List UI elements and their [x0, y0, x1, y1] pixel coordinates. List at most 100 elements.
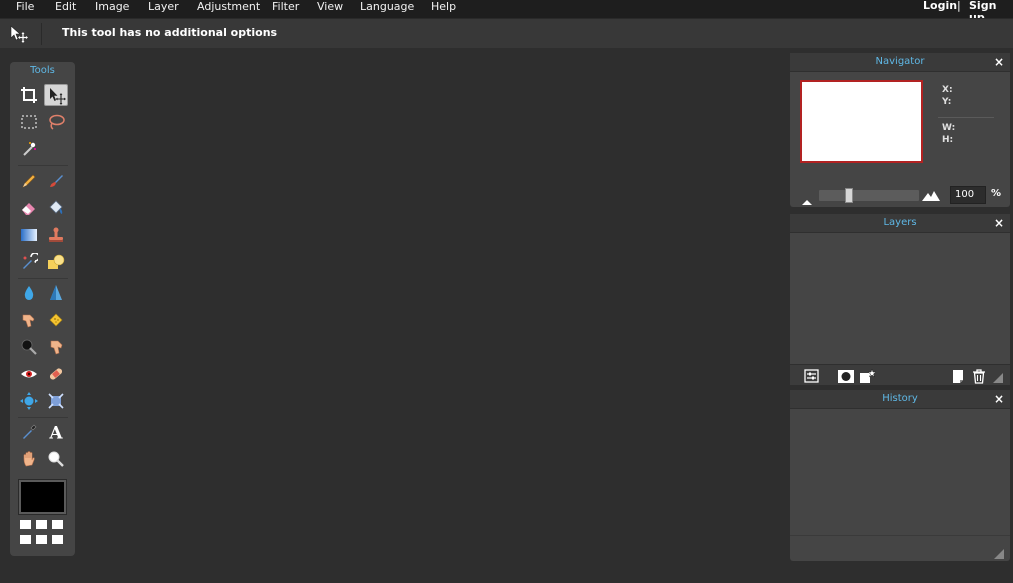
- foreground-color-swatch[interactable]: [18, 479, 67, 515]
- pencil-icon: [22, 174, 36, 188]
- layer-settings-icon[interactable]: [804, 368, 820, 384]
- y-coordinate-label: Y:: [942, 97, 952, 107]
- dodge-icon: [21, 339, 37, 355]
- zoom-controls: 100 %: [790, 184, 1010, 205]
- zoom-level-input[interactable]: 100: [950, 186, 986, 204]
- layers-footer: [790, 364, 1010, 385]
- view-grid-cell[interactable]: [36, 535, 47, 544]
- paint-bucket-tool-button[interactable]: [44, 197, 68, 219]
- lasso-tool-button[interactable]: [44, 111, 68, 133]
- tools-divider: [18, 417, 68, 418]
- view-grid-cell[interactable]: [20, 520, 31, 529]
- smudge-icon: [22, 314, 35, 328]
- menu-filter[interactable]: Filter: [272, 0, 299, 14]
- sponge-icon: [49, 313, 63, 327]
- menu-edit[interactable]: Edit: [55, 0, 76, 14]
- layer-mask-icon[interactable]: [837, 368, 854, 384]
- type-tool-button[interactable]: A: [44, 421, 68, 443]
- zoom-slider[interactable]: [819, 188, 919, 203]
- history-title: History: [882, 393, 918, 404]
- magic-wand-icon: [23, 142, 36, 156]
- zoom-icon: [48, 451, 64, 467]
- drawing-shape-tool-button[interactable]: [44, 251, 68, 273]
- navigator-title: Navigator: [875, 56, 925, 67]
- pencil-tool-button[interactable]: [17, 170, 41, 192]
- sponge-tool-button[interactable]: [44, 309, 68, 331]
- burn-tool-button[interactable]: [44, 336, 68, 358]
- sharpen-icon: [50, 285, 62, 300]
- eraser-icon: [22, 203, 35, 215]
- move-icon: [50, 88, 66, 105]
- view-grid-cell[interactable]: [36, 520, 47, 529]
- gradient-tool-button[interactable]: [17, 224, 41, 246]
- hand-tool-button[interactable]: [17, 448, 41, 470]
- smudge-tool-button[interactable]: [17, 309, 41, 331]
- hand-icon: [23, 451, 35, 467]
- bloat-tool-button[interactable]: [17, 390, 41, 412]
- brush-icon: [50, 175, 63, 187]
- layers-panel: Layers ×: [790, 214, 1010, 385]
- menu-image[interactable]: Image: [95, 0, 129, 14]
- rect-select-tool-button[interactable]: [17, 111, 41, 133]
- menu-view[interactable]: View: [317, 0, 343, 14]
- crop-tool-button[interactable]: [17, 84, 41, 106]
- view-grid-cell[interactable]: [20, 535, 31, 544]
- color-replace-icon: [23, 253, 38, 269]
- menu-adjustment[interactable]: Adjustment: [197, 0, 260, 14]
- pinch-tool-button[interactable]: [44, 390, 68, 412]
- move-tool-button[interactable]: [44, 84, 68, 106]
- red-eye-icon: [21, 370, 37, 378]
- rect-select-icon: [21, 115, 37, 129]
- new-layer-icon[interactable]: [950, 368, 966, 384]
- tools-divider: [18, 278, 68, 279]
- brush-tool-button[interactable]: [44, 170, 68, 192]
- tools-panel: Tools A: [10, 62, 75, 556]
- tools-panel-title: Tools: [30, 65, 55, 76]
- sharpen-tool-button[interactable]: [44, 282, 68, 304]
- dodge-tool-button[interactable]: [17, 336, 41, 358]
- navigator-close-button[interactable]: ×: [994, 55, 1004, 69]
- zoom-tool-button[interactable]: [44, 448, 68, 470]
- spot-heal-icon: [49, 368, 63, 380]
- view-grid-cell[interactable]: [52, 520, 63, 529]
- delete-layer-icon[interactable]: [971, 368, 987, 384]
- zoom-out-icon[interactable]: [801, 191, 813, 205]
- x-coordinate-label: X:: [942, 85, 953, 95]
- login-link[interactable]: Login: [923, 0, 957, 12]
- history-panel: History ×: [790, 390, 1010, 561]
- history-footer: [790, 535, 1010, 561]
- menu-layer[interactable]: Layer: [148, 0, 179, 14]
- spot-heal-tool-button[interactable]: [44, 363, 68, 385]
- blur-tool-button[interactable]: [17, 282, 41, 304]
- magic-wand-tool-button[interactable]: [17, 138, 41, 160]
- eraser-tool-button[interactable]: [17, 197, 41, 219]
- color-picker-tool-button[interactable]: [17, 421, 41, 443]
- clone-stamp-tool-button[interactable]: [44, 224, 68, 246]
- zoom-in-icon[interactable]: [921, 187, 941, 201]
- tool-options-bar: This tool has no additional options: [0, 18, 1013, 48]
- view-grid-cell[interactable]: [52, 535, 63, 544]
- menu-file[interactable]: File: [16, 0, 34, 14]
- navigator-header: Navigator ×: [790, 53, 1010, 72]
- zoom-slider-thumb[interactable]: [845, 188, 853, 203]
- menu-bar: File Edit Image Layer Adjustment Filter …: [0, 0, 1013, 24]
- resize-handle-icon[interactable]: [992, 369, 1004, 383]
- type-icon: A: [48, 424, 63, 442]
- color-replace-tool-button[interactable]: [17, 251, 41, 273]
- resize-handle-icon[interactable]: [993, 545, 1005, 559]
- gradient-icon: [21, 229, 37, 241]
- tools-divider: [18, 165, 68, 166]
- history-close-button[interactable]: ×: [994, 392, 1004, 406]
- menu-language[interactable]: Language: [360, 0, 414, 14]
- move-icon: [9, 25, 29, 43]
- layer-styles-icon[interactable]: [859, 368, 877, 384]
- lasso-icon: [49, 114, 65, 130]
- crop-icon: [21, 87, 37, 103]
- menu-help[interactable]: Help: [431, 0, 456, 14]
- layers-title: Layers: [883, 217, 917, 228]
- clone-stamp-icon: [49, 227, 63, 242]
- red-eye-tool-button[interactable]: [17, 363, 41, 385]
- svg-text:A: A: [48, 424, 63, 442]
- navigator-preview[interactable]: [800, 80, 923, 163]
- layers-close-button[interactable]: ×: [994, 216, 1004, 230]
